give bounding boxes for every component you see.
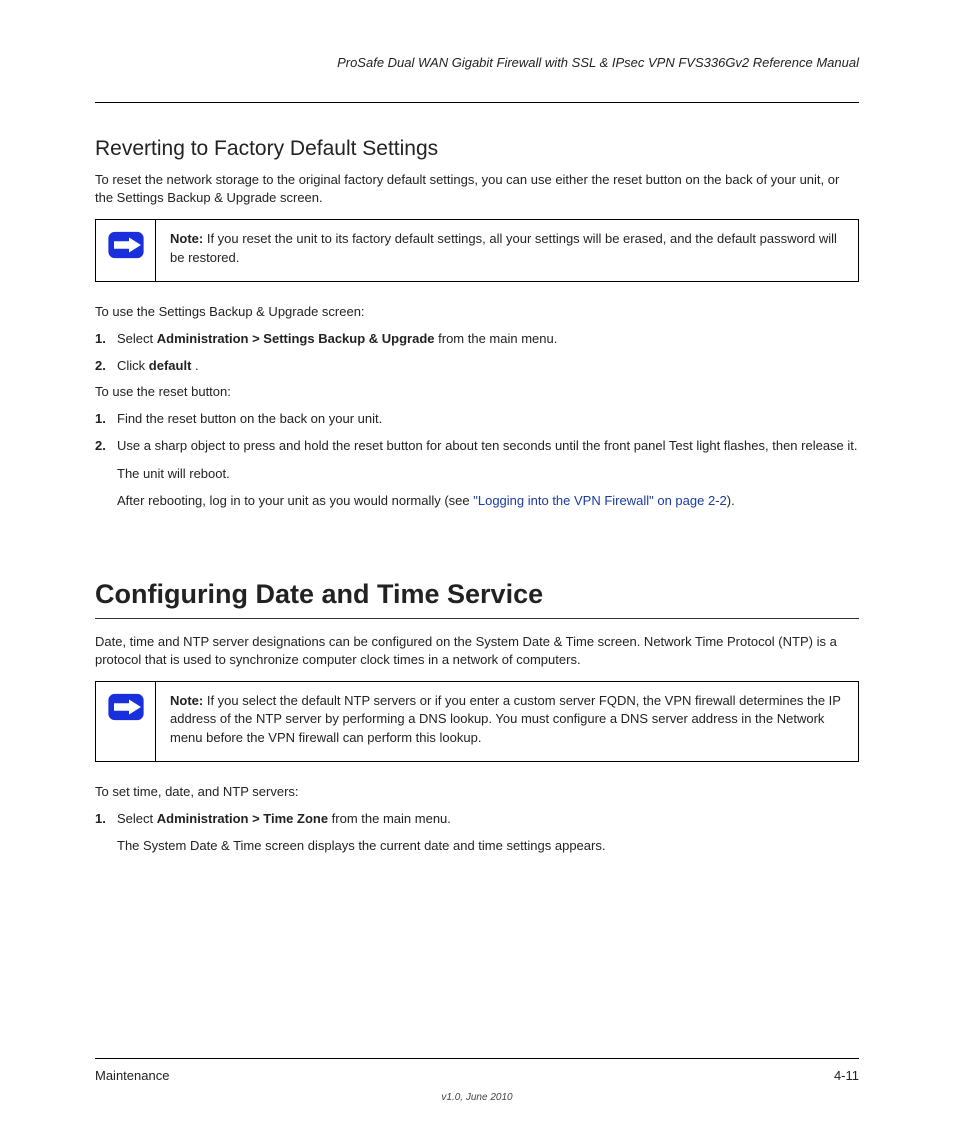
note-icon-cell-2 <box>96 682 156 761</box>
page-container: ProSafe Dual WAN Gigabit Firewall with S… <box>0 0 954 1145</box>
time-step-1-text: Select Administration > Time Zone from t… <box>117 809 859 829</box>
section-rule-2 <box>95 618 859 619</box>
step-1-text: Select Administration > Settings Backup … <box>117 329 859 349</box>
steps-lead-2: To set time, date, and NTP servers: <box>95 784 859 799</box>
reset-lead: To use the reset button: <box>95 384 859 399</box>
step-1-num: 1. <box>95 329 117 349</box>
note-body-1: If you reset the unit to its factory def… <box>170 231 837 264</box>
note-label-2: Note: <box>170 693 203 708</box>
reset-step-1: 1. Find the reset button on the back on … <box>95 409 859 429</box>
header-title-text: ProSafe Dual WAN Gigabit Firewall with S… <box>337 55 859 70</box>
para-date-time: Date, time and NTP server designations c… <box>95 633 859 669</box>
note-body-2: If you select the default NTP servers or… <box>170 693 841 744</box>
reset-outro-link[interactable]: "Logging into the VPN Firewall" on page … <box>473 493 727 508</box>
note-text-1: Note: If you reset the unit to its facto… <box>156 220 858 280</box>
reset-step-1-text: Find the reset button on the back on you… <box>117 409 859 429</box>
reset-outro-1: The unit will reboot. <box>117 464 859 484</box>
intro-paragraph: To reset the network storage to the orig… <box>95 171 859 207</box>
reset-outro-2: After rebooting, log in to your unit as … <box>117 491 859 511</box>
footer-row: Maintenance 4-11 <box>95 1068 859 1083</box>
note-text-2: Note: If you select the default NTP serv… <box>156 682 858 761</box>
heading-date-time: Configuring Date and Time Service <box>95 579 859 610</box>
footer-left: Maintenance <box>95 1068 169 1083</box>
footer-rule <box>95 1058 859 1059</box>
step-2-text: Click default . <box>117 356 859 376</box>
step-2-num: 2. <box>95 356 117 376</box>
reset-step-2: 2. Use a sharp object to press and hold … <box>95 436 859 456</box>
section-title: Reverting to Factory Default Settings <box>95 137 859 161</box>
time-step-after: The System Date & Time screen displays t… <box>117 836 859 856</box>
note-box-1: Note: If you reset the unit to its facto… <box>95 219 859 281</box>
note-box-2: Note: If you select the default NTP serv… <box>95 681 859 762</box>
steps-lead-1: To use the Settings Backup & Upgrade scr… <box>95 304 859 319</box>
step-2: 2. Click default . <box>95 356 859 376</box>
note-label-1: Note: <box>170 231 203 246</box>
time-step-1: 1. Select Administration > Time Zone fro… <box>95 809 859 829</box>
reset-step-1-num: 1. <box>95 409 117 429</box>
reset-step-2-num: 2. <box>95 436 117 456</box>
note-icon-cell <box>96 220 156 280</box>
arrow-note-icon <box>108 692 144 722</box>
footer-center: v1.0, June 2010 <box>0 1092 954 1103</box>
footer-right: 4-11 <box>834 1068 859 1083</box>
time-step-1-num: 1. <box>95 809 117 829</box>
reset-step-2-text: Use a sharp object to press and hold the… <box>117 436 859 456</box>
header-rule <box>95 102 859 103</box>
step-1: 1. Select Administration > Settings Back… <box>95 329 859 349</box>
header-title: ProSafe Dual WAN Gigabit Firewall with S… <box>95 55 859 70</box>
arrow-note-icon <box>108 230 144 260</box>
